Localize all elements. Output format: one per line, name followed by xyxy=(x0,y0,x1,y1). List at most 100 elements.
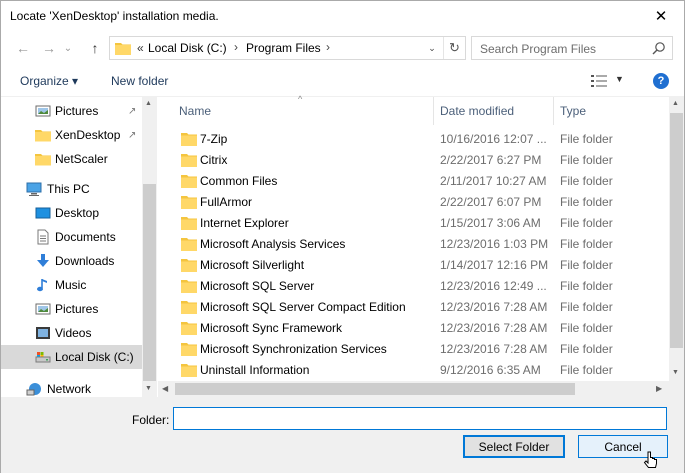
file-name: Microsoft Silverlight xyxy=(200,258,305,272)
file-type: File folder xyxy=(560,279,613,293)
file-type: File folder xyxy=(560,195,613,209)
select-folder-button[interactable]: Select Folder xyxy=(463,435,565,458)
dialog-footer: Folder: Select Folder Cancel xyxy=(1,397,684,473)
folder-icon xyxy=(181,175,197,188)
file-list: ^ Name Date modified Type 7-Zip 10/16/201… xyxy=(158,94,669,381)
search-box[interactable]: Search Program Files xyxy=(471,36,673,60)
nav-item-label: Local Disk (C:) xyxy=(55,350,134,364)
mouse-cursor-icon xyxy=(643,451,657,468)
file-date-modified: 10/16/2016 12:07 ... xyxy=(440,132,547,146)
scroll-down-icon[interactable]: ▼ xyxy=(672,369,679,376)
file-list-horizontal-scrollbar[interactable]: ◀ ▶ xyxy=(158,381,669,397)
file-date-modified: 1/15/2017 3:06 AM xyxy=(440,216,541,230)
nav-item-documents[interactable]: Documents xyxy=(1,225,142,249)
breadcrumb-chevron-end[interactable]: › xyxy=(326,40,330,54)
file-row[interactable]: Citrix 2/22/2017 6:27 PM File folder xyxy=(158,150,669,171)
column-header-type[interactable]: Type xyxy=(554,97,669,125)
file-name: Citrix xyxy=(200,153,228,167)
column-header-date[interactable]: Date modified xyxy=(434,97,554,125)
nav-item-local-disk[interactable]: Local Disk (C:) xyxy=(1,345,142,369)
up-button[interactable]: ↑ xyxy=(85,38,105,58)
breadcrumb-chevron[interactable]: › xyxy=(234,40,238,54)
new-folder-button[interactable]: New folder xyxy=(111,74,168,88)
recent-locations-button[interactable]: ⌄ xyxy=(61,38,75,58)
nav-item-music[interactable]: Music xyxy=(1,273,142,297)
file-row[interactable]: Microsoft SQL Server Compact Edition 12/2… xyxy=(158,297,669,318)
file-name: 7-Zip xyxy=(200,132,228,146)
nav-item-netscaler[interactable]: NetScaler xyxy=(1,147,142,171)
address-bar[interactable]: « Local Disk (C:) › Program Files › ⌄ ↻ xyxy=(109,36,466,60)
file-type: File folder xyxy=(560,237,613,251)
forward-button[interactable]: → xyxy=(39,38,59,58)
nav-item-label: XenDesktop xyxy=(55,128,121,142)
arrow-up-icon: ↑ xyxy=(91,40,99,56)
folder-icon xyxy=(181,322,197,335)
nav-item-this-pc[interactable]: This PC xyxy=(1,177,142,201)
navigation-bar: ← → ⌄ ↑ « Local Disk (C:) › Program File… xyxy=(1,32,684,64)
file-date-modified: 12/23/2016 12:49 ... xyxy=(440,279,547,293)
nav-scrollbar[interactable]: ▲ ▼ xyxy=(142,97,157,397)
file-type: File folder xyxy=(560,321,613,335)
vertical-scroll-thumb[interactable] xyxy=(670,113,683,348)
file-row[interactable]: FullArmor 2/22/2017 6:07 PM File folder xyxy=(158,192,669,213)
pictures-icon xyxy=(35,105,51,117)
search-placeholder: Search Program Files xyxy=(480,42,597,56)
nav-scroll-thumb[interactable] xyxy=(143,184,156,381)
breadcrumb-local-disk[interactable]: Local Disk (C:) xyxy=(148,41,227,55)
view-options-icon[interactable] xyxy=(591,74,607,88)
file-row[interactable]: Microsoft Analysis Services 12/23/2016 1:… xyxy=(158,234,669,255)
nav-item-pictures-quick[interactable]: Pictures ↗ xyxy=(1,99,142,123)
close-button[interactable]: ✕ xyxy=(638,1,684,31)
file-row[interactable]: Microsoft Synchronization Services 12/23/… xyxy=(158,339,669,360)
music-icon xyxy=(37,279,47,292)
file-date-modified: 2/11/2017 10:27 AM xyxy=(440,174,547,188)
file-row[interactable]: Common Files 2/11/2017 10:27 AM File folde… xyxy=(158,171,669,192)
scroll-right-icon[interactable]: ▶ xyxy=(656,384,662,393)
scroll-left-icon[interactable]: ◀ xyxy=(162,384,168,393)
chevron-down-icon: ⌄ xyxy=(428,42,436,53)
pin-icon: ↗ xyxy=(128,105,137,117)
column-header-name[interactable]: ^ Name xyxy=(158,94,434,125)
file-row[interactable]: Internet Explorer 1/15/2017 3:06 AM File f… xyxy=(158,213,669,234)
nav-item-label: NetScaler xyxy=(55,152,108,166)
sort-up-icon: ^ xyxy=(298,94,303,104)
folder-icon xyxy=(181,133,197,146)
nav-item-label: Videos xyxy=(55,326,92,340)
nav-item-videos[interactable]: Videos xyxy=(1,321,142,345)
organize-button[interactable]: Organize ▾ xyxy=(20,74,78,88)
refresh-button[interactable]: ↻ xyxy=(443,37,465,59)
folder-input[interactable] xyxy=(173,407,667,430)
breadcrumb-program-files[interactable]: Program Files xyxy=(246,41,321,55)
computer-icon xyxy=(26,182,42,196)
nav-item-desktop[interactable]: Desktop xyxy=(1,201,142,225)
file-row[interactable]: Uninstall Information 9/12/2016 6:35 AM Fi… xyxy=(158,360,669,381)
nav-item-xendesktop[interactable]: XenDesktop ↗ xyxy=(1,123,142,147)
nav-item-pictures[interactable]: Pictures xyxy=(1,297,142,321)
nav-item-downloads[interactable]: Downloads xyxy=(1,249,142,273)
folder-icon xyxy=(35,130,51,142)
command-toolbar: Organize ▾ New folder ▼ ? xyxy=(1,65,684,97)
drive-icon xyxy=(35,352,51,363)
scroll-up-icon[interactable]: ▲ xyxy=(672,100,679,107)
search-icon xyxy=(652,42,665,55)
file-date-modified: 2/22/2017 6:07 PM xyxy=(440,195,542,209)
help-icon[interactable]: ? xyxy=(653,73,669,89)
address-overflow[interactable]: « xyxy=(137,41,144,55)
nav-item-label: Music xyxy=(55,278,87,292)
file-row[interactable]: Microsoft SQL Server 12/23/2016 12:49 ...… xyxy=(158,276,669,297)
file-name: Microsoft Analysis Services xyxy=(200,237,346,251)
address-dropdown-button[interactable]: ⌄ xyxy=(423,37,441,59)
scroll-up-icon[interactable]: ▲ xyxy=(145,100,152,107)
file-name: Internet Explorer xyxy=(200,216,289,230)
scroll-down-icon[interactable]: ▼ xyxy=(145,385,152,392)
file-row[interactable]: 7-Zip 10/16/2016 12:07 ... File folder xyxy=(158,129,669,150)
file-row[interactable]: Microsoft Silverlight 1/14/2017 12:16 PM F… xyxy=(158,255,669,276)
folder-icon xyxy=(181,154,197,167)
back-button[interactable]: ← xyxy=(13,38,33,58)
file-row[interactable]: Microsoft Sync Framework 12/23/2016 7:28 … xyxy=(158,318,669,339)
file-list-vertical-scrollbar[interactable]: ▲ ▼ xyxy=(669,97,684,381)
folder-label: Folder: xyxy=(132,413,170,427)
view-dropdown-icon[interactable]: ▼ xyxy=(615,74,624,84)
horizontal-scroll-thumb[interactable] xyxy=(175,383,575,395)
file-type: File folder xyxy=(560,342,613,356)
